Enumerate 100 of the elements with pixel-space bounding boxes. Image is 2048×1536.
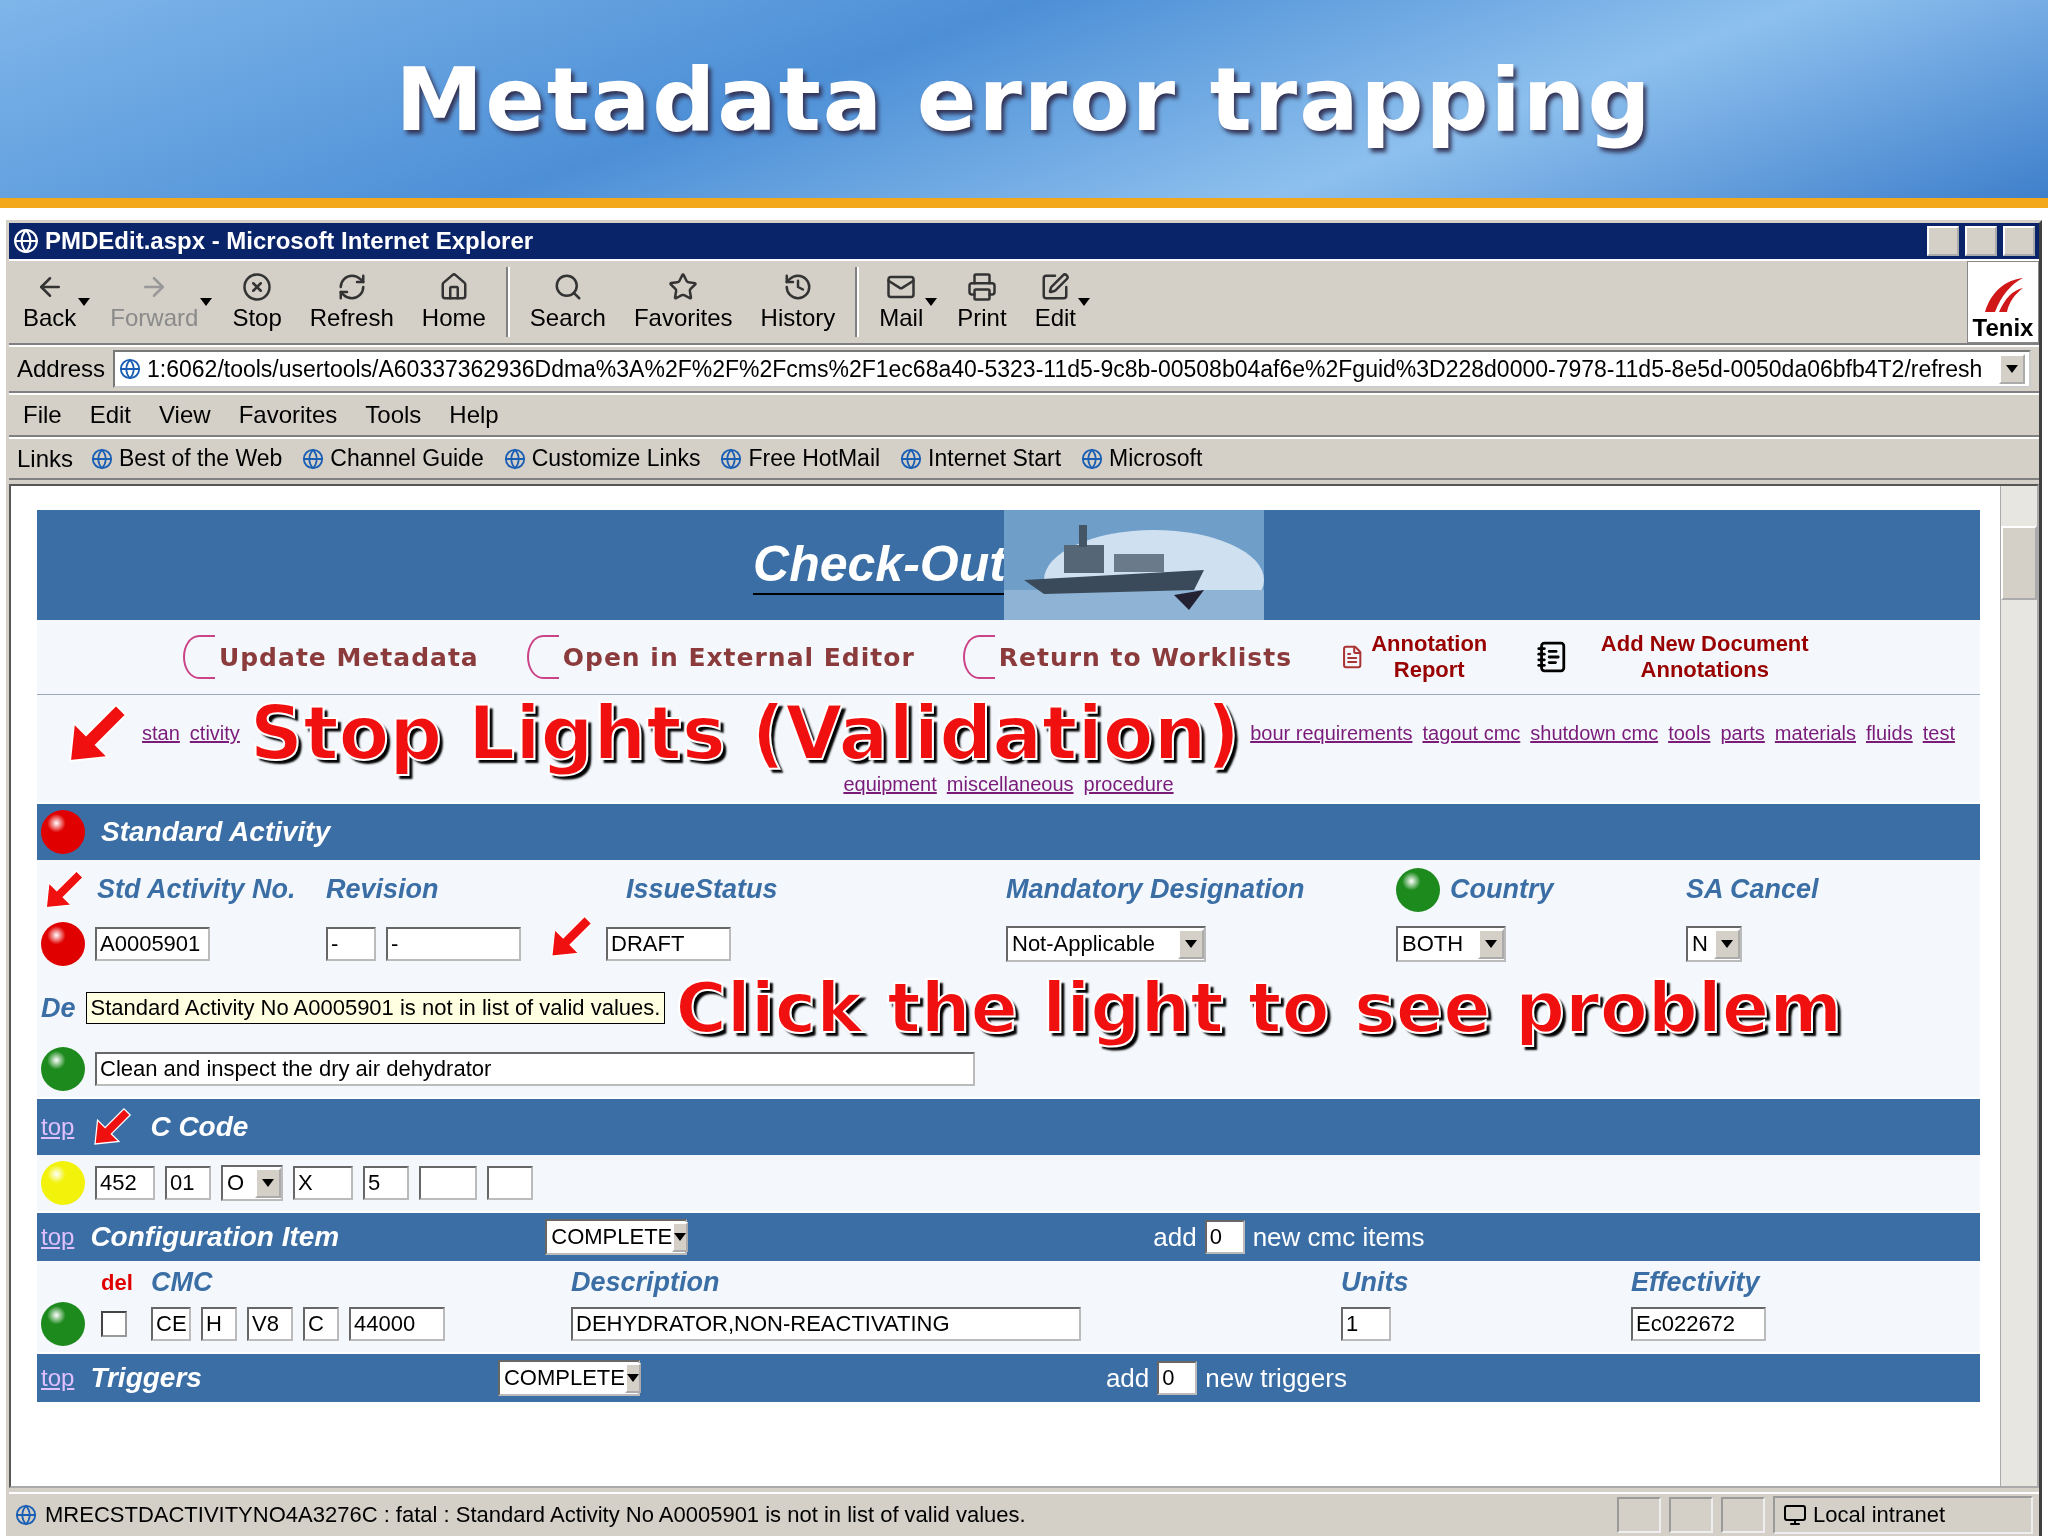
tooltip: Standard Activity No A0005901 is not in list of valid values. bbox=[85, 992, 666, 1025]
menu-item[interactable]: Edit bbox=[75, 395, 146, 435]
section-link[interactable]: tools bbox=[1668, 722, 1711, 746]
section-link[interactable]: shutdown cmc bbox=[1530, 722, 1659, 746]
status-light[interactable] bbox=[1396, 867, 1440, 912]
link-item[interactable]: Best of the Web bbox=[81, 439, 293, 478]
link-item[interactable]: Microsoft bbox=[1071, 439, 1213, 478]
section-link[interactable]: bour requirements bbox=[1250, 722, 1413, 746]
menu-item[interactable]: View bbox=[145, 395, 225, 435]
input-field[interactable]: - bbox=[326, 926, 376, 961]
input-field[interactable]: CE bbox=[151, 1307, 191, 1342]
menu-item[interactable]: Favorites bbox=[224, 395, 352, 435]
add-label: add bbox=[1153, 1221, 1197, 1253]
status-panel bbox=[1617, 1497, 1661, 1533]
address-field[interactable]: 1:6062/tools/usertools/A60337362936Ddma%3A%2F%2F%2Fcms%2F1ec68a40-5323-11d5-9c8b-00508b04af6e%2Fguid%3D228d0000-7978-11d5-8e5d-0050da06bfb4T2/refresh bbox=[113, 350, 2031, 388]
globe-icon bbox=[1081, 447, 1104, 470]
select-field[interactable]: Not-Applicable bbox=[1006, 925, 1206, 962]
section-link[interactable]: stan bbox=[142, 722, 180, 746]
section-link[interactable]: test bbox=[1922, 722, 1955, 746]
select-field[interactable]: COMPLETE bbox=[497, 1360, 640, 1397]
scrollbar[interactable] bbox=[2000, 486, 2037, 1486]
toolbar-button[interactable]: Mail bbox=[865, 266, 938, 338]
toolbar-button[interactable]: Refresh bbox=[295, 266, 408, 338]
globe-icon bbox=[302, 447, 325, 470]
caret-icon bbox=[78, 298, 91, 306]
toolbar-button[interactable]: Stop bbox=[218, 266, 296, 338]
status-light[interactable] bbox=[41, 921, 85, 966]
toolbar-button[interactable]: Back bbox=[9, 266, 91, 338]
input-field[interactable]: Ec022672 bbox=[1631, 1307, 1766, 1342]
section-link[interactable]: equipment bbox=[843, 772, 937, 796]
link-item[interactable]: Internet Start bbox=[890, 439, 1072, 478]
toolbar-button[interactable]: Home bbox=[407, 266, 500, 338]
input-field[interactable]: A0005901 bbox=[95, 926, 210, 961]
link-item[interactable]: Customize Links bbox=[493, 439, 711, 478]
input-field[interactable]: H bbox=[201, 1307, 237, 1342]
action-button[interactable]: Add New Document Annotations bbox=[1530, 630, 1841, 684]
delete-checkbox[interactable] bbox=[101, 1311, 127, 1338]
input-field[interactable]: 1 bbox=[1341, 1307, 1391, 1342]
caret-icon bbox=[1485, 939, 1497, 948]
section-link[interactable]: tagout cmc bbox=[1422, 722, 1521, 746]
links-label: Links bbox=[16, 444, 75, 473]
section-link[interactable]: materials bbox=[1774, 722, 1856, 746]
section-link[interactable]: parts bbox=[1720, 722, 1765, 746]
input-field[interactable]: 0 bbox=[1204, 1220, 1245, 1255]
menu-item[interactable]: Tools bbox=[351, 395, 436, 435]
field-label: IssueStatus bbox=[626, 874, 778, 906]
caret-icon bbox=[1721, 939, 1733, 948]
caret-icon bbox=[1078, 298, 1090, 306]
dropdown-caret[interactable] bbox=[925, 298, 938, 306]
link-item[interactable]: Channel Guide bbox=[292, 439, 494, 478]
status-light[interactable] bbox=[41, 809, 85, 854]
status-light[interactable] bbox=[41, 1302, 85, 1347]
input-field[interactable]: Clean and inspect the dry air dehydrator bbox=[95, 1052, 975, 1087]
window-title: PMDEdit.aspx - Microsoft Internet Explorer bbox=[45, 227, 535, 255]
input-field[interactable]: 44000 bbox=[349, 1307, 445, 1342]
action-button[interactable]: Return to Worklists bbox=[956, 634, 1299, 680]
toolbar-button[interactable]: Edit bbox=[1020, 266, 1090, 338]
input-field[interactable]: DRAFT bbox=[606, 926, 731, 961]
section-title: Triggers bbox=[90, 1362, 202, 1395]
input-field[interactable] bbox=[419, 1166, 477, 1201]
toolbar-button[interactable]: Favorites bbox=[619, 266, 747, 338]
close-button[interactable] bbox=[2003, 226, 2035, 256]
link-item[interactable]: Free HotMail bbox=[710, 439, 891, 478]
input-field[interactable]: DEHYDRATOR,NON-REACTIVATING bbox=[571, 1307, 1081, 1342]
menu-item[interactable]: File bbox=[9, 395, 76, 435]
menu-item[interactable]: Help bbox=[435, 395, 513, 435]
delete-label: del bbox=[101, 1269, 134, 1296]
select-field[interactable]: BOTH bbox=[1396, 925, 1506, 962]
input-field[interactable]: C bbox=[303, 1307, 339, 1342]
input-field[interactable]: - bbox=[386, 926, 521, 961]
section-link[interactable]: ctivity bbox=[189, 722, 240, 746]
browser-icon bbox=[13, 228, 39, 254]
input-field[interactable]: 01 bbox=[165, 1166, 211, 1201]
column-header: CMC bbox=[151, 1267, 214, 1299]
section-link[interactable]: procedure bbox=[1083, 772, 1174, 796]
dropdown-caret[interactable] bbox=[1078, 298, 1090, 306]
field-label: Country bbox=[1450, 874, 1554, 906]
action-button[interactable]: Annotation Report bbox=[1334, 630, 1495, 684]
input-field[interactable]: V8 bbox=[247, 1307, 293, 1342]
action-button[interactable]: Update Metadata bbox=[176, 634, 485, 680]
action-button[interactable]: Open in External Editor bbox=[520, 634, 921, 680]
toolbar-button[interactable]: Print bbox=[943, 266, 1021, 338]
select-field[interactable]: N bbox=[1686, 925, 1742, 962]
toolbar-button[interactable]: History bbox=[746, 266, 850, 338]
toolbar-button[interactable]: Search bbox=[515, 266, 620, 338]
input-field[interactable] bbox=[487, 1166, 533, 1201]
input-field[interactable]: X bbox=[293, 1166, 353, 1201]
input-field[interactable]: 0 bbox=[1157, 1361, 1198, 1396]
input-field[interactable]: 452 bbox=[95, 1166, 155, 1201]
select-field[interactable]: COMPLETE bbox=[545, 1219, 688, 1256]
maximize-button[interactable] bbox=[1965, 226, 1997, 256]
select-field[interactable]: O bbox=[221, 1165, 283, 1202]
printer-icon bbox=[966, 272, 997, 302]
dropdown-caret[interactable] bbox=[78, 298, 91, 306]
status-light[interactable] bbox=[41, 1047, 85, 1092]
minimize-button[interactable] bbox=[1927, 226, 1959, 256]
input-field[interactable]: 5 bbox=[363, 1166, 409, 1201]
section-link[interactable]: fluids bbox=[1866, 722, 1913, 746]
section-link[interactable]: miscellaneous bbox=[946, 772, 1074, 796]
edit-icon bbox=[1040, 272, 1071, 302]
